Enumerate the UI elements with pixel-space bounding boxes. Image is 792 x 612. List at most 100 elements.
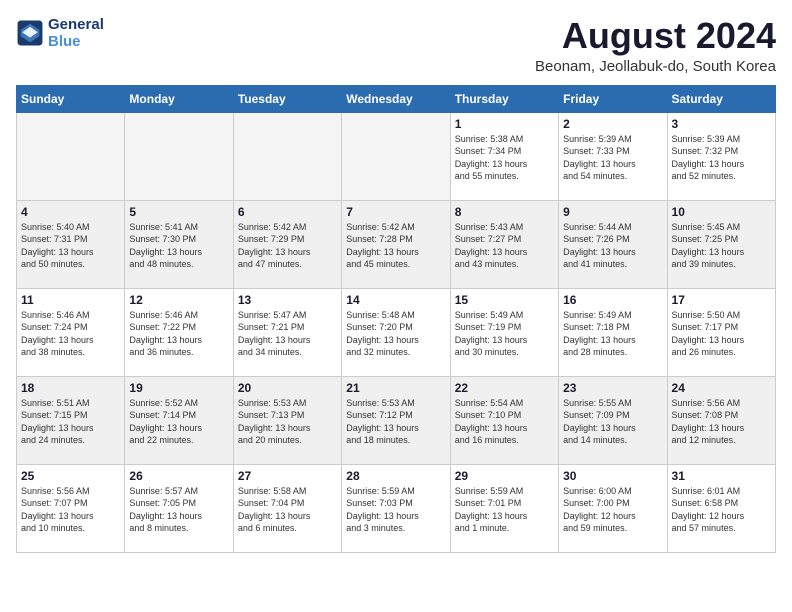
day-info: Sunrise: 6:00 AM Sunset: 7:00 PM Dayligh… [563,485,662,535]
calendar-cell: 24 Sunrise: 5:56 AM Sunset: 7:08 PM Dayli… [667,376,775,464]
day-info: Sunrise: 5:52 AM Sunset: 7:14 PM Dayligh… [129,397,228,447]
day-number: 15 [455,293,554,307]
day-info: Sunrise: 5:56 AM Sunset: 7:08 PM Dayligh… [672,397,771,447]
day-info: Sunrise: 5:50 AM Sunset: 7:17 PM Dayligh… [672,309,771,359]
day-number: 20 [238,381,337,395]
day-of-week-header: Tuesday [233,85,341,112]
calendar-cell: 20 Sunrise: 5:53 AM Sunset: 7:13 PM Dayli… [233,376,341,464]
day-info: Sunrise: 5:55 AM Sunset: 7:09 PM Dayligh… [563,397,662,447]
month-title: August 2024 [535,16,776,56]
day-info: Sunrise: 5:48 AM Sunset: 7:20 PM Dayligh… [346,309,445,359]
day-info: Sunrise: 5:54 AM Sunset: 7:10 PM Dayligh… [455,397,554,447]
calendar-week-row: 25Sunrise: 5:56 AM Sunset: 7:07 PM Dayli… [17,464,776,552]
day-number: 19 [129,381,228,395]
calendar-cell: 19 Sunrise: 5:52 AM Sunset: 7:14 PM Dayli… [125,376,233,464]
day-number: 5 [129,205,228,219]
calendar-cell: 23Sunrise: 5:55 AM Sunset: 7:09 PM Dayli… [559,376,667,464]
day-number: 25 [21,469,120,483]
day-info: Sunrise: 5:58 AM Sunset: 7:04 PM Dayligh… [238,485,337,535]
day-number: 12 [129,293,228,307]
day-number: 22 [455,381,554,395]
logo-icon [16,19,44,47]
day-of-week-header: Friday [559,85,667,112]
day-of-week-header: Thursday [450,85,558,112]
calendar-cell: 18Sunrise: 5:51 AM Sunset: 7:15 PM Dayli… [17,376,125,464]
day-number: 1 [455,117,554,131]
logo: GeneralBlue [16,16,104,50]
calendar-cell: 1 Sunrise: 5:38 AM Sunset: 7:34 PM Daylig… [450,112,558,200]
day-number: 17 [672,293,771,307]
header: GeneralBlue August 2024 Beonam, Jeollabu… [16,16,776,75]
day-info: Sunrise: 5:41 AM Sunset: 7:30 PM Dayligh… [129,221,228,271]
day-info: Sunrise: 5:44 AM Sunset: 7:26 PM Dayligh… [563,221,662,271]
location-title: Beonam, Jeollabuk-do, South Korea [535,58,776,75]
day-info: Sunrise: 5:53 AM Sunset: 7:13 PM Dayligh… [238,397,337,447]
day-info: Sunrise: 5:39 AM Sunset: 7:32 PM Dayligh… [672,133,771,183]
day-number: 11 [21,293,120,307]
day-number: 29 [455,469,554,483]
day-info: Sunrise: 5:46 AM Sunset: 7:22 PM Dayligh… [129,309,228,359]
day-number: 2 [563,117,662,131]
calendar-week-row: 4 Sunrise: 5:40 AM Sunset: 7:31 PM Daylig… [17,200,776,288]
calendar-cell: 9Sunrise: 5:44 AM Sunset: 7:26 PM Daylig… [559,200,667,288]
day-info: Sunrise: 5:57 AM Sunset: 7:05 PM Dayligh… [129,485,228,535]
calendar-cell: 26Sunrise: 5:57 AM Sunset: 7:05 PM Dayli… [125,464,233,552]
day-of-week-header: Wednesday [342,85,450,112]
calendar-cell: 2 Sunrise: 5:39 AM Sunset: 7:33 PM Daylig… [559,112,667,200]
calendar-cell: 25Sunrise: 5:56 AM Sunset: 7:07 PM Dayli… [17,464,125,552]
calendar-cell: 28 Sunrise: 5:59 AM Sunset: 7:03 PM Dayli… [342,464,450,552]
day-number: 10 [672,205,771,219]
calendar-cell: 22 Sunrise: 5:54 AM Sunset: 7:10 PM Dayli… [450,376,558,464]
calendar-cell [233,112,341,200]
day-number: 14 [346,293,445,307]
calendar-week-row: 18Sunrise: 5:51 AM Sunset: 7:15 PM Dayli… [17,376,776,464]
day-info: Sunrise: 5:49 AM Sunset: 7:19 PM Dayligh… [455,309,554,359]
day-number: 8 [455,205,554,219]
calendar-table: SundayMondayTuesdayWednesdayThursdayFrid… [16,85,776,553]
day-number: 31 [672,469,771,483]
calendar-cell: 8 Sunrise: 5:43 AM Sunset: 7:27 PM Daylig… [450,200,558,288]
calendar-cell: 13 Sunrise: 5:47 AM Sunset: 7:21 PM Dayli… [233,288,341,376]
day-number: 13 [238,293,337,307]
calendar-cell: 31Sunrise: 6:01 AM Sunset: 6:58 PM Dayli… [667,464,775,552]
calendar-cell [17,112,125,200]
calendar-cell: 14 Sunrise: 5:48 AM Sunset: 7:20 PM Dayli… [342,288,450,376]
day-info: Sunrise: 5:59 AM Sunset: 7:01 PM Dayligh… [455,485,554,535]
calendar-cell: 29 Sunrise: 5:59 AM Sunset: 7:01 PM Dayli… [450,464,558,552]
day-number: 24 [672,381,771,395]
day-number: 3 [672,117,771,131]
calendar-cell: 21Sunrise: 5:53 AM Sunset: 7:12 PM Dayli… [342,376,450,464]
day-number: 16 [563,293,662,307]
calendar-cell [342,112,450,200]
day-info: Sunrise: 5:38 AM Sunset: 7:34 PM Dayligh… [455,133,554,183]
day-number: 30 [563,469,662,483]
day-info: Sunrise: 5:43 AM Sunset: 7:27 PM Dayligh… [455,221,554,271]
day-info: Sunrise: 5:42 AM Sunset: 7:28 PM Dayligh… [346,221,445,271]
day-number: 7 [346,205,445,219]
calendar-cell: 4 Sunrise: 5:40 AM Sunset: 7:31 PM Daylig… [17,200,125,288]
calendar-cell: 12 Sunrise: 5:46 AM Sunset: 7:22 PM Dayli… [125,288,233,376]
calendar-header-row: SundayMondayTuesdayWednesdayThursdayFrid… [17,85,776,112]
day-number: 4 [21,205,120,219]
day-info: Sunrise: 5:40 AM Sunset: 7:31 PM Dayligh… [21,221,120,271]
logo-name: GeneralBlue [48,16,104,50]
calendar-cell: 5 Sunrise: 5:41 AM Sunset: 7:30 PM Daylig… [125,200,233,288]
calendar-cell: 3 Sunrise: 5:39 AM Sunset: 7:32 PM Daylig… [667,112,775,200]
day-of-week-header: Monday [125,85,233,112]
day-number: 21 [346,381,445,395]
calendar-cell: 27 Sunrise: 5:58 AM Sunset: 7:04 PM Dayli… [233,464,341,552]
calendar-cell: 6Sunrise: 5:42 AM Sunset: 7:29 PM Daylig… [233,200,341,288]
day-info: Sunrise: 5:47 AM Sunset: 7:21 PM Dayligh… [238,309,337,359]
day-info: Sunrise: 5:45 AM Sunset: 7:25 PM Dayligh… [672,221,771,271]
calendar-cell: 15 Sunrise: 5:49 AM Sunset: 7:19 PM Dayli… [450,288,558,376]
day-number: 27 [238,469,337,483]
calendar-week-row: 11 Sunrise: 5:46 AM Sunset: 7:24 PM Dayli… [17,288,776,376]
day-number: 28 [346,469,445,483]
title-area: August 2024 Beonam, Jeollabuk-do, South … [535,16,776,75]
day-info: Sunrise: 5:46 AM Sunset: 7:24 PM Dayligh… [21,309,120,359]
day-of-week-header: Saturday [667,85,775,112]
day-info: Sunrise: 5:39 AM Sunset: 7:33 PM Dayligh… [563,133,662,183]
calendar-week-row: 1 Sunrise: 5:38 AM Sunset: 7:34 PM Daylig… [17,112,776,200]
calendar-cell: 7 Sunrise: 5:42 AM Sunset: 7:28 PM Daylig… [342,200,450,288]
day-info: Sunrise: 5:59 AM Sunset: 7:03 PM Dayligh… [346,485,445,535]
